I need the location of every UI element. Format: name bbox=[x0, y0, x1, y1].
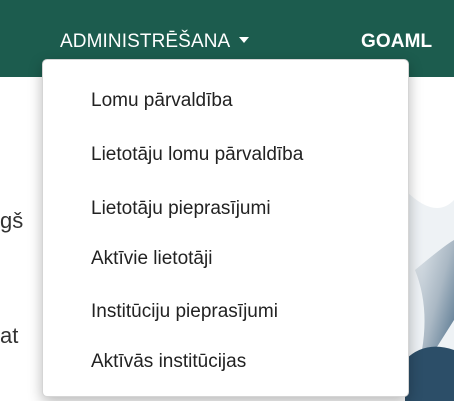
background-partial-text-2: at bbox=[0, 323, 19, 348]
menu-item-lietotaju-pieprasijumi[interactable]: Lietotāju pieprasījumi bbox=[91, 198, 271, 220]
administresana-dropdown-menu: Lomu pārvaldība Lietotāju lomu pārvaldīb… bbox=[42, 59, 409, 397]
caret-down-icon bbox=[239, 36, 250, 43]
nav-goaml-label: GOAML bbox=[361, 31, 433, 52]
menu-item-aktivie-lietotaji[interactable]: Aktīvie lietotāji bbox=[91, 248, 212, 270]
menu-item-instituciju-pieprasijumi[interactable]: Institūciju pieprasījumi bbox=[91, 301, 278, 323]
menu-item-lietotaju-lomu-parvaldiba[interactable]: Lietotāju lomu pārvaldība bbox=[91, 144, 303, 166]
background-partial-text-1: gš bbox=[0, 208, 24, 233]
menu-item-aktivas-institucijas[interactable]: Aktīvās institūcijas bbox=[91, 351, 246, 373]
nav-goaml[interactable]: GOAML bbox=[361, 31, 432, 53]
background-globe-image bbox=[405, 150, 454, 401]
menu-item-lomu-parvaldiba[interactable]: Lomu pārvaldība bbox=[91, 90, 233, 112]
nav-administresana-label: ADMINISTRĒŠANA bbox=[60, 31, 231, 52]
nav-administresana-dropdown-toggle[interactable]: ADMINISTRĒŠANA bbox=[60, 31, 250, 53]
